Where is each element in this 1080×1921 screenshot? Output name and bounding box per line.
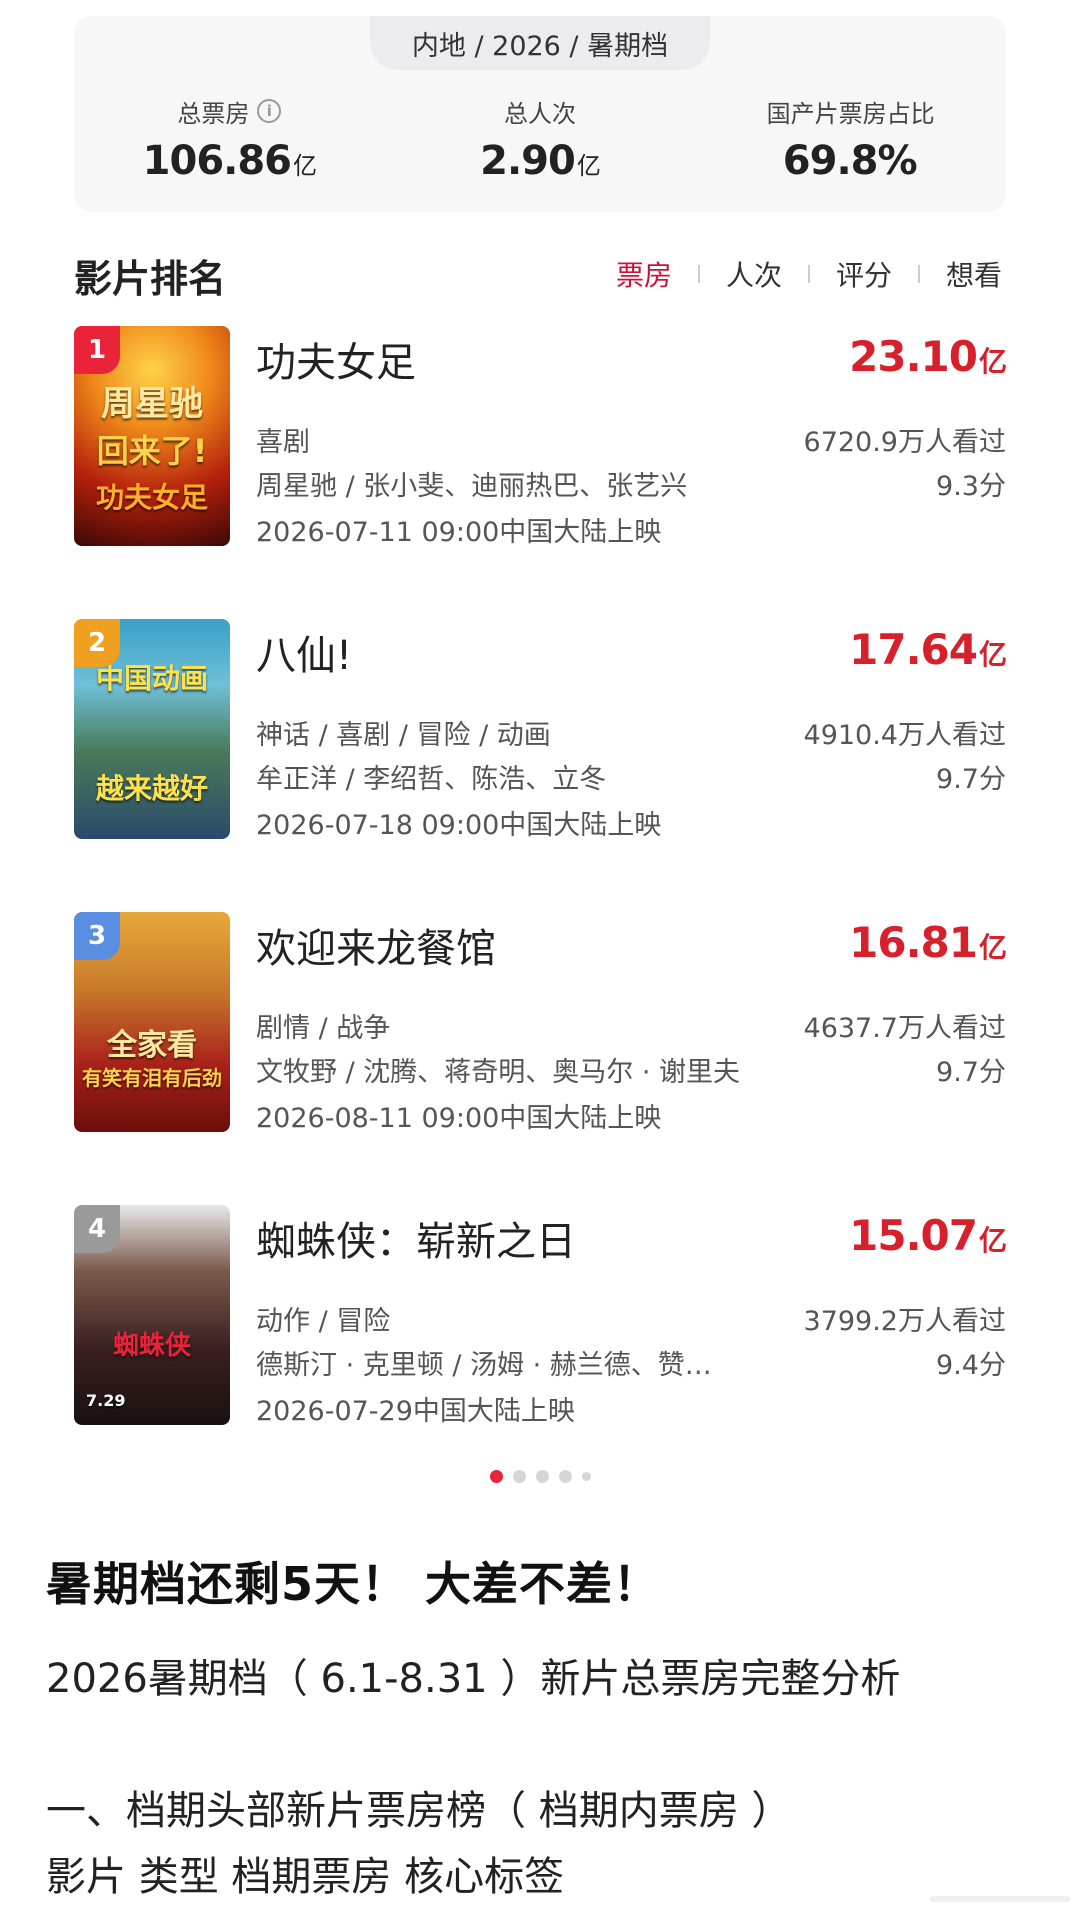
box-office-value: 17.64 <box>849 625 978 674</box>
article-headline: 暑期档还剩5天！ 大差不差！ <box>46 1557 661 1611</box>
movie-score: 9.4分 <box>936 1350 1006 1381</box>
stat-value-row: 69.8% <box>695 138 1006 184</box>
stat-unit: 亿 <box>576 152 601 180</box>
poster-caption: 全家看 <box>107 1028 197 1063</box>
box-office-unit: 亿 <box>978 638 1007 671</box>
summary-stats: 总票房 i 106.86亿 总人次 2.90亿 国产片票房占比 69.8% <box>74 94 1006 184</box>
movie-row[interactable]: 蜘蛛侠 7.29 4 蜘蛛侠：崭新之日 15.07亿 动作 / 冒险 德斯汀 ·… <box>74 1205 1007 1427</box>
tab-divider <box>807 265 810 283</box>
movie-viewers: 4910.4万人看过 <box>803 720 1006 751</box>
movie-genre: 喜剧 <box>256 427 310 458</box>
movie-box-office: 17.64亿 <box>849 625 1007 674</box>
stat-value: 106.86 <box>142 138 292 184</box>
watermark-logo <box>930 1896 1070 1902</box>
poster-caption: 功夫女足 <box>95 481 208 514</box>
stat-label: 总人次 <box>504 99 576 128</box>
poster-caption: 7.29 <box>86 1391 126 1410</box>
stat-unit: 亿 <box>293 152 317 180</box>
article-table-header: 影片 类型 档期票房 核心标签 <box>46 1854 565 1900</box>
box-office-value: 23.10 <box>849 332 978 381</box>
movie-title[interactable]: 欢迎来龙餐馆 <box>256 916 496 974</box>
rank-badge: 3 <box>74 912 120 960</box>
movie-release: 2026-07-29中国大陆上映 <box>256 1396 575 1427</box>
movie-score: 9.7分 <box>936 1057 1006 1088</box>
article-section-heading: 一、档期头部新片票房榜（ 档期内票房 ） <box>46 1788 792 1834</box>
stat-value: 2.90 <box>480 138 576 184</box>
movie-title[interactable]: 功夫女足 <box>256 330 416 388</box>
stat-value-row: 106.86亿 <box>74 138 385 184</box>
movie-poster[interactable]: 中国动画 越来越好 2 <box>74 619 230 839</box>
tab-rating[interactable]: 评分 <box>832 254 896 294</box>
movie-row[interactable]: 周星驰 回来了! 功夫女足 1 功夫女足 23.10亿 喜剧 周星驰 / 张小斐… <box>74 326 1007 548</box>
box-office-unit: 亿 <box>978 931 1007 964</box>
poster-caption: 蜘蛛侠 <box>112 1331 191 1361</box>
pager-dot[interactable] <box>558 1470 572 1483</box>
movie-viewers: 3799.2万人看过 <box>803 1306 1006 1337</box>
info-icon[interactable]: i <box>257 99 282 123</box>
box-office-unit: 亿 <box>978 345 1007 378</box>
movie-poster[interactable]: 蜘蛛侠 7.29 4 <box>74 1205 230 1425</box>
stat-label: 国产片票房占比 <box>766 99 935 128</box>
movie-score: 9.3分 <box>936 471 1006 502</box>
box-office-unit: 亿 <box>978 1224 1007 1257</box>
ranking-title: 影片排名 <box>74 257 227 301</box>
poster-caption: 越来越好 <box>95 772 208 805</box>
movie-row[interactable]: 中国动画 越来越好 2 八仙! 17.64亿 神话 / 喜剧 / 冒险 / 动画… <box>74 619 1007 841</box>
tab-admissions[interactable]: 人次 <box>722 254 786 294</box>
poster-caption: 有笑有泪有后劲 <box>82 1066 222 1090</box>
tab-want-to-see[interactable]: 想看 <box>942 254 1006 294</box>
stat-total-admissions: 总人次 2.90亿 <box>385 94 696 185</box>
movie-cast: 周星驰 / 张小斐、迪丽热巴、张艺兴 <box>256 471 688 502</box>
article-subtitle: 2026暑期档（ 6.1-8.31 ）新片总票房完整分析 <box>46 1656 901 1702</box>
stat-value: 69.8% <box>782 138 918 184</box>
movie-row[interactable]: 全家看 有笑有泪有后劲 3 欢迎来龙餐馆 16.81亿 剧情 / 战争 文牧野 … <box>74 912 1007 1134</box>
movie-release: 2026-08-11 09:00中国大陆上映 <box>256 1103 662 1134</box>
movie-poster[interactable]: 全家看 有笑有泪有后劲 3 <box>74 912 230 1132</box>
movie-box-office: 23.10亿 <box>849 332 1007 381</box>
tab-box-office[interactable]: 票房 <box>612 254 676 294</box>
movie-release: 2026-07-11 09:00中国大陆上映 <box>256 517 662 548</box>
movie-genre: 动作 / 冒险 <box>256 1306 391 1337</box>
tab-divider <box>917 265 920 283</box>
movie-viewers: 6720.9万人看过 <box>803 427 1006 458</box>
poster-caption: 回来了! <box>96 432 208 470</box>
carousel-pager <box>0 1470 1080 1483</box>
movie-viewers: 4637.7万人看过 <box>803 1013 1006 1044</box>
movie-box-office: 15.07亿 <box>849 1211 1007 1260</box>
movie-box-office: 16.81亿 <box>849 918 1007 967</box>
stat-label-row: 总人次 <box>385 94 696 128</box>
stat-label-row: 总票房 i <box>74 94 385 128</box>
tab-divider <box>697 265 700 283</box>
page: 内地 / 2026 / 暑期档 总票房 i 106.86亿 总人次 2.90亿 <box>0 0 1080 1921</box>
movie-genre: 神话 / 喜剧 / 冒险 / 动画 <box>256 720 551 751</box>
pager-dot[interactable] <box>512 1470 526 1483</box>
movie-cast: 文牧野 / 沈腾、蒋奇明、奥马尔 · 谢里夫 <box>256 1057 741 1088</box>
rank-badge: 4 <box>74 1205 120 1253</box>
movie-release: 2026-07-18 09:00中国大陆上映 <box>256 810 662 841</box>
ranking-sort-tabs: 票房 人次 评分 想看 <box>612 254 1006 294</box>
stat-label: 总票房 <box>177 99 250 128</box>
stat-total-box-office: 总票房 i 106.86亿 <box>74 94 385 184</box>
box-office-value: 16.81 <box>849 918 978 967</box>
stat-value-row: 2.90亿 <box>385 138 696 184</box>
movie-cast: 牟正洋 / 李绍哲、陈浩、立冬 <box>256 764 607 795</box>
region-period-selector[interactable]: 内地 / 2026 / 暑期档 <box>370 16 710 70</box>
movie-score: 9.7分 <box>936 764 1006 795</box>
movie-title[interactable]: 蜘蛛侠：崭新之日 <box>256 1209 576 1267</box>
stat-domestic-share: 国产片票房占比 69.8% <box>695 94 1006 185</box>
ranking-header: 影片排名 票房 人次 评分 想看 <box>74 244 1006 301</box>
pager-dot[interactable] <box>535 1470 549 1483</box>
rank-badge: 2 <box>74 619 120 667</box>
pager-dot[interactable] <box>489 1470 503 1483</box>
movie-title[interactable]: 八仙! <box>256 623 352 681</box>
poster-caption: 周星驰 <box>101 384 203 424</box>
movie-genre: 剧情 / 战争 <box>256 1013 391 1044</box>
movie-poster[interactable]: 周星驰 回来了! 功夫女足 1 <box>74 326 230 546</box>
movie-cast: 德斯汀 · 克里顿 / 汤姆 · 赫兰德、赞… <box>256 1350 712 1381</box>
box-office-value: 15.07 <box>849 1211 978 1260</box>
pager-dot[interactable] <box>581 1472 591 1481</box>
box-office-summary-card: 内地 / 2026 / 暑期档 总票房 i 106.86亿 总人次 2.90亿 <box>74 16 1006 212</box>
rank-badge: 1 <box>74 326 120 374</box>
stat-label-row: 国产片票房占比 <box>695 94 1006 128</box>
